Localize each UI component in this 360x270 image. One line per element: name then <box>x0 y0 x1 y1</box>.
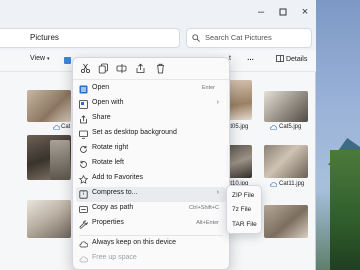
copy-icon[interactable] <box>98 63 109 74</box>
thumbnail-cat[interactable] <box>264 145 308 178</box>
menu-item-add-favorites[interactable]: Add to Favorites <box>73 172 229 187</box>
menu-item-compress[interactable]: Compress to... › <box>76 187 226 202</box>
cloud-icon <box>270 182 277 187</box>
cloud-keep-icon <box>79 241 88 248</box>
thumbnail-cat[interactable] <box>264 91 308 122</box>
menu-item-open[interactable]: Open Enter <box>73 82 229 97</box>
search-placeholder: Search Cat Pictures <box>205 33 272 42</box>
thumbnail-cat[interactable] <box>50 140 70 180</box>
title-bar: – × <box>0 0 316 26</box>
open-icon <box>79 85 88 94</box>
menu-item-label: Properties <box>92 219 124 226</box>
menu-item-rotate-right[interactable]: Rotate right <box>73 142 229 157</box>
menu-item-share[interactable]: Share <box>73 112 229 127</box>
thumbnail-cat[interactable] <box>27 90 71 122</box>
compress-submenu: ZIP File 7z File TAR File <box>226 185 262 234</box>
menu-item-label: Open <box>92 84 110 91</box>
file-label: at05.jpg <box>227 124 249 130</box>
copy-path-icon <box>79 206 88 213</box>
rotate-left-icon <box>80 160 87 168</box>
shortcut-label: Alt+Enter <box>196 220 219 226</box>
maximize-icon <box>279 8 287 16</box>
submenu-item-zip[interactable]: ZIP File <box>232 192 254 199</box>
menu-item-label: Always keep on this device <box>92 239 177 246</box>
minimize-button[interactable]: – <box>254 5 268 19</box>
share-icon <box>80 115 87 124</box>
chevron-right-icon: › <box>216 189 219 196</box>
view-label: View <box>30 55 46 62</box>
address-row: Pictures Search Cat Pictures <box>0 26 316 50</box>
delete-icon[interactable] <box>155 63 166 74</box>
desktop-icon <box>79 130 88 139</box>
menu-item-label: Add to Favorites <box>92 174 143 181</box>
menu-item-rotate-left[interactable]: Rotate left <box>73 157 229 172</box>
menu-item-open-with[interactable]: Open with › <box>73 97 229 112</box>
submenu-item-7z[interactable]: 7z File <box>232 206 251 213</box>
cloud-icon <box>270 125 277 130</box>
menu-item-properties[interactable]: Properties Alt+Enter <box>73 217 229 232</box>
chevron-right-icon: › <box>216 99 219 106</box>
rename-icon[interactable] <box>116 63 127 74</box>
menu-item-label: Open with <box>92 99 124 106</box>
rotate-right-icon <box>80 145 87 153</box>
menu-item-copy-path[interactable]: Copy as path Ctrl+Shift+C <box>73 202 229 217</box>
file-label: Cat5.jpg <box>279 124 302 130</box>
file-label: Cat <box>61 124 71 130</box>
cloud-icon <box>53 125 60 130</box>
search-box[interactable]: Search Cat Pictures <box>186 28 312 48</box>
menu-item-label: Share <box>92 114 111 121</box>
search-icon <box>192 34 200 42</box>
menu-item-label: Compress to... <box>92 189 138 196</box>
address-bar[interactable]: Pictures <box>0 28 180 48</box>
menu-item-label: Rotate left <box>92 159 124 166</box>
details-pane-icon <box>276 55 284 62</box>
shortcut-label: Ctrl+Shift+C <box>189 205 219 211</box>
details-button[interactable]: Details <box>276 55 307 63</box>
menu-item-label: Free up space <box>92 254 137 261</box>
cut-icon[interactable] <box>80 63 91 74</box>
menu-item-set-background[interactable]: Set as desktop background <box>73 127 229 142</box>
close-button[interactable]: × <box>298 5 312 19</box>
file-label: Cat11.jpg <box>279 181 305 187</box>
maximize-button[interactable] <box>276 5 290 19</box>
thumbnail-cat[interactable] <box>264 205 308 238</box>
menu-item-label: Set as desktop background <box>92 129 177 136</box>
menu-item-label: Copy as path <box>92 204 134 211</box>
menu-item-label: Rotate right <box>92 144 129 151</box>
chevron-down-icon: ▾ <box>47 56 50 62</box>
open-with-icon <box>79 100 88 109</box>
menu-separator <box>79 235 223 236</box>
share-icon[interactable] <box>135 63 146 74</box>
details-label: Details <box>285 56 308 63</box>
context-menu: Open Enter Open with › Share Set as desk… <box>72 57 230 270</box>
thumbnail-cat[interactable] <box>27 200 71 238</box>
star-icon <box>79 175 88 184</box>
menu-item-free-up-space: Free up space <box>73 252 229 267</box>
wallpaper-hill <box>330 150 360 270</box>
compress-icon <box>79 190 88 199</box>
shortcut-label: Enter <box>201 85 215 91</box>
menu-item-always-keep[interactable]: Always keep on this device <box>73 237 229 252</box>
cloud-free-icon <box>79 256 88 263</box>
submenu-item-tar[interactable]: TAR File <box>232 221 257 228</box>
quick-actions-bar <box>73 58 229 80</box>
properties-icon <box>79 220 88 229</box>
path-label: Pictures <box>30 33 59 42</box>
more-options-button[interactable]: … <box>247 55 254 62</box>
new-icon[interactable] <box>64 57 71 64</box>
view-button[interactable]: View ▾ <box>30 55 50 62</box>
